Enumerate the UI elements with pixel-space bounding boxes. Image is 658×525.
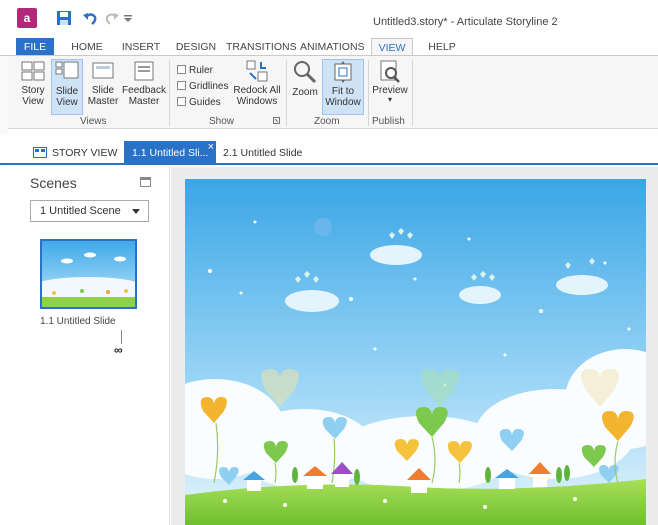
story-view-label: Story View (21, 85, 45, 107)
slide-background-image (185, 179, 646, 525)
connector-line (121, 330, 122, 344)
preview-dropdown-icon[interactable]: ▾ (371, 96, 409, 104)
fit-to-window-icon (334, 61, 352, 83)
story-view-icon (33, 147, 47, 158)
checkbox-box (177, 97, 186, 106)
tab-transitions[interactable]: TRANSITIONS (226, 38, 297, 56)
ribbon-tabs: FILE HOME INSERT DESIGN TRANSITIONS ANIM… (0, 38, 658, 56)
checkbox-box (177, 81, 186, 90)
publish-group-label: Publish (372, 116, 405, 127)
gridlines-label: Gridlines (189, 81, 229, 92)
slide-view-icon (55, 61, 79, 79)
redo-icon[interactable] (104, 9, 120, 27)
guides-checkbox[interactable]: Guides (177, 97, 221, 108)
story-view-tab-label: STORY VIEW (52, 147, 118, 159)
ribbon: Story View Slide View Slide Master Feedb… (0, 55, 658, 129)
story-view-icon (21, 61, 45, 81)
checkbox-box (177, 65, 186, 74)
tab-slide-1-1[interactable]: 1.1 Untitled Sli... × (124, 141, 216, 165)
fit-to-window-label: Fit to Window (325, 86, 361, 108)
slide-view-label: Slide View (55, 86, 79, 108)
chevron-down-icon (132, 209, 140, 214)
zoom-button[interactable]: Zoom (289, 59, 321, 115)
link-icon[interactable]: ∞ (114, 343, 123, 357)
separator (169, 60, 170, 126)
slide-master-icon (92, 62, 114, 79)
slide-view-button[interactable]: Slide View (51, 59, 83, 115)
zoom-group-label: Zoom (314, 116, 340, 127)
magnifier-icon (294, 61, 317, 84)
guides-label: Guides (189, 97, 221, 108)
slide-canvas[interactable] (185, 179, 646, 525)
separator (368, 60, 369, 126)
slide-master-button[interactable]: Slide Master (86, 59, 120, 115)
story-view-button[interactable]: Story View (17, 59, 49, 115)
document-tabs: STORY VIEW 1.1 Untitled Sli... × 2.1 Unt… (0, 135, 658, 165)
slide-thumbnail-label: 1.1 Untitled Slide (40, 316, 116, 327)
fit-to-window-button[interactable]: Fit to Window (322, 59, 364, 115)
tab-design[interactable]: DESIGN (173, 38, 219, 56)
slide-thumbnail[interactable] (40, 239, 137, 309)
tab-file[interactable]: FILE (16, 38, 54, 56)
customize-icon[interactable] (122, 9, 134, 27)
gridlines-checkbox[interactable]: Gridlines (177, 81, 228, 92)
scenes-title: Scenes (30, 175, 77, 191)
tab-slide-2-1[interactable]: 2.1 Untitled Slide (223, 141, 303, 165)
separator (286, 60, 287, 126)
tab-animations[interactable]: ANIMATIONS (300, 38, 365, 56)
close-icon[interactable]: × (208, 135, 214, 159)
preview-button[interactable]: Preview ▾ (371, 59, 409, 115)
scene-dropdown[interactable]: 1 Untitled Scene (30, 200, 149, 222)
feedback-master-button[interactable]: Feedback Master (122, 59, 166, 115)
storyline-logo-icon: a (17, 8, 37, 28)
window-title: Untitled3.story* - Articulate Storyline … (373, 16, 558, 28)
collapse-panel-icon[interactable] (140, 177, 151, 187)
ruler-checkbox[interactable]: Ruler (177, 65, 213, 76)
scene-dropdown-value: 1 Untitled Scene (40, 205, 121, 217)
preview-icon (380, 60, 400, 83)
feedback-master-label: Feedback Master (122, 85, 166, 107)
undo-icon[interactable] (82, 9, 98, 27)
tab-home[interactable]: HOME (66, 38, 108, 56)
ruler-label: Ruler (189, 65, 213, 76)
feedback-master-icon (134, 61, 154, 81)
tab-help[interactable]: HELP (425, 38, 459, 56)
redock-label: Redock All Windows (233, 85, 281, 107)
slide-master-label: Slide Master (87, 85, 119, 107)
active-tab-label: 1.1 Untitled Sli... (132, 147, 209, 159)
scenes-panel: Scenes 1 Untitled Scene 1.1 Untitled Sli… (0, 167, 170, 525)
tab-view[interactable]: VIEW (371, 38, 413, 56)
show-group-label: Show (209, 116, 235, 127)
title-bar: a Untitled3.story* - Articulate Storylin… (0, 0, 658, 38)
second-tab-label: 2.1 Untitled Slide (223, 147, 303, 159)
zoom-label: Zoom (292, 87, 318, 98)
views-group-label: Views (80, 116, 107, 127)
redock-icon (246, 60, 268, 82)
tab-insert[interactable]: INSERT (118, 38, 164, 56)
dialog-launcher-icon[interactable] (273, 117, 280, 124)
slide-thumbnail-image (42, 241, 135, 307)
save-icon[interactable] (56, 9, 72, 27)
redock-all-windows-button[interactable]: Redock All Windows (232, 59, 282, 115)
separator (412, 60, 413, 126)
tab-story-view[interactable]: STORY VIEW (33, 141, 119, 165)
